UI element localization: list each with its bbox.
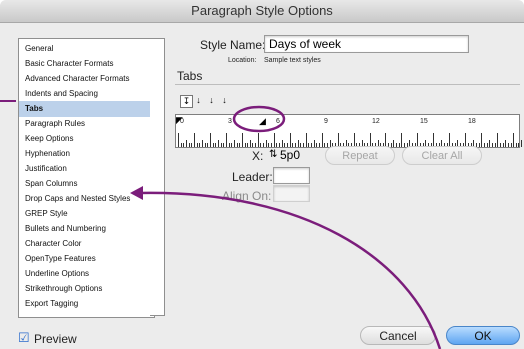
annotation-circle <box>232 105 286 133</box>
paragraph-style-options-dialog: Paragraph Style Options General Basic Cha… <box>0 0 524 349</box>
annotation-curve-arrow <box>139 191 442 349</box>
annotation-arrowhead-icon <box>130 186 143 200</box>
annotation-overlay <box>0 100 442 349</box>
